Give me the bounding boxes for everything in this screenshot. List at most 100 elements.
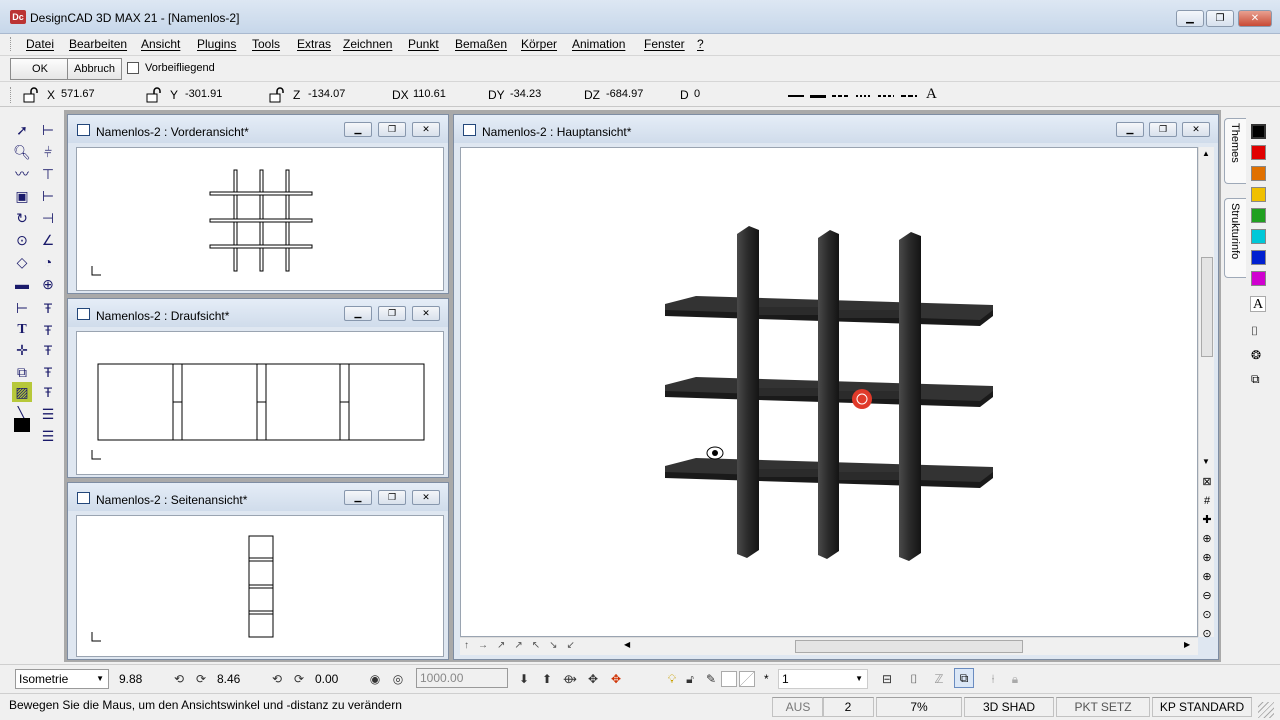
dy-value[interactable]: -34.23 [510, 88, 541, 100]
dimension-baseline-icon[interactable]: ⊢ [38, 186, 58, 206]
dimension-angle-icon[interactable]: ⊤ [38, 164, 58, 184]
resize-grip[interactable] [1258, 702, 1274, 718]
restore-button[interactable]: ❐ [1149, 122, 1177, 137]
line-type-icon[interactable]: ⌷ [1251, 324, 1258, 339]
main-view-canvas[interactable] [460, 147, 1198, 637]
x-value[interactable]: 571.67 [61, 88, 95, 100]
box-icon[interactable]: ▣ [12, 186, 32, 206]
rotate-v-icon[interactable]: ⟳ [193, 671, 209, 687]
table-icon[interactable]: ☰ [38, 404, 58, 424]
scroll-left-icon[interactable]: ◀ [624, 640, 630, 649]
lock-open-icon[interactable] [268, 87, 286, 103]
diameter-icon[interactable]: ⊕ [38, 274, 58, 294]
view-orbit-icon[interactable]: ⟴ [562, 671, 578, 687]
front-view-titlebar[interactable]: Namenlos-2 : Vorderansicht* ▁ ❐ ✕ [68, 115, 448, 143]
text-style-icon[interactable]: Ŧ [38, 298, 58, 318]
scroll-right-icon[interactable]: ▶ [1184, 640, 1190, 649]
chevron-down-icon[interactable]: ▼ [855, 670, 863, 688]
angle-icon[interactable]: ∠ [38, 230, 58, 250]
line-dashed-icon[interactable] [832, 95, 848, 97]
document-icon[interactable] [77, 308, 90, 320]
rotate-h-icon[interactable]: ⟲ [171, 671, 187, 687]
minimize-button[interactable]: ▁ [344, 306, 372, 321]
arrow-down-icon[interactable]: ⬇ [516, 671, 532, 687]
view-mode-select[interactable]: Isometrie ▼ [15, 669, 109, 689]
rotate-icon[interactable]: ↻ [12, 208, 32, 228]
line-thick-icon[interactable] [810, 95, 826, 98]
minimize-button[interactable]: ▁ [1176, 10, 1204, 27]
view-move-icon[interactable]: ✥ [608, 671, 624, 687]
z-axis-icon[interactable]: ℤ [931, 671, 947, 687]
color-swatch-blue[interactable] [1251, 250, 1266, 265]
menu-tools[interactable]: Tools [252, 36, 280, 52]
radius-icon[interactable]: ◔ [38, 252, 58, 272]
distance-field[interactable]: 1000.00 [416, 668, 508, 688]
angle-c-value[interactable]: 0.00 [315, 672, 338, 686]
color-swatch-orange[interactable] [1251, 166, 1266, 181]
text-arc-icon[interactable]: Ŧ [38, 362, 58, 382]
layer-select[interactable]: 1 ▼ [778, 669, 868, 689]
close-button[interactable]: ✕ [412, 122, 440, 137]
rotate-z-icon[interactable]: ⟲ [269, 671, 285, 687]
view-pan-icon[interactable]: ✥ [585, 671, 601, 687]
dz-value[interactable]: -684.97 [606, 88, 643, 100]
text-frame-icon[interactable]: Ŧ [38, 340, 58, 360]
zoom-all-icon[interactable]: ⊙ [1200, 606, 1214, 625]
chevron-down-icon[interactable]: ▼ [96, 670, 104, 688]
text-font-icon[interactable]: A [926, 86, 937, 103]
zoom-plus-icon[interactable]: ⊕ [1200, 568, 1214, 587]
zoom-redraw-icon[interactable]: ⊙ [1200, 625, 1214, 644]
top-view-canvas[interactable] [76, 331, 444, 475]
restore-button[interactable]: ❐ [378, 490, 406, 505]
copy-icon[interactable]: ⧉ [954, 668, 974, 688]
close-button[interactable]: ✕ [412, 306, 440, 321]
scroll-thumb[interactable] [1201, 257, 1213, 357]
angle-b-value[interactable]: 8.46 [217, 672, 240, 686]
line-dotted-icon[interactable] [856, 95, 872, 97]
close-button[interactable]: ✕ [412, 490, 440, 505]
color-swatch-cyan[interactable] [1251, 229, 1266, 244]
arrow-up-icon[interactable]: ⬆ [539, 671, 555, 687]
restore-button[interactable]: ❐ [378, 122, 406, 137]
circle-icon[interactable]: ⊙ [12, 230, 32, 250]
group-icon[interactable]: ⧉ [12, 362, 32, 382]
menu-bemassen[interactable]: Bemaßen [455, 36, 507, 52]
view-target-marker[interactable] [852, 389, 872, 409]
close-button[interactable]: ✕ [1182, 122, 1210, 137]
layer-icon[interactable]: ⧉ [1251, 372, 1260, 387]
restore-button[interactable]: ❐ [1206, 10, 1234, 27]
z-value[interactable]: -134.07 [308, 88, 345, 100]
lock-open-icon[interactable] [145, 87, 163, 103]
tab-strukturinfo[interactable]: Strukturinfo [1224, 198, 1246, 278]
pan-icon[interactable]: ✚ [1200, 511, 1214, 530]
menu-extras[interactable]: Extras [297, 36, 331, 52]
lightbulb-icon[interactable]: 💡︎ [664, 671, 680, 687]
minimize-button[interactable]: ▁ [344, 490, 372, 505]
eye-target-icon[interactable]: ◎ [390, 671, 406, 687]
line-longdash-icon[interactable] [901, 95, 917, 97]
menu-ansicht[interactable]: Ansicht [141, 36, 180, 52]
measure-icon[interactable]: ⊢ [12, 298, 32, 318]
text-edit-icon[interactable]: Ŧ [38, 382, 58, 402]
scroll-up-icon[interactable]: ▲ [1202, 149, 1210, 158]
menu-help[interactable]: ? [697, 36, 704, 52]
document-icon[interactable] [77, 492, 90, 504]
restore-button[interactable]: ❐ [378, 306, 406, 321]
pencil-icon[interactable]: ✎ [703, 671, 719, 687]
point-icon[interactable]: ✛ [12, 340, 32, 360]
zoom-minus-icon[interactable]: ⊖ [1200, 587, 1214, 606]
dimension-vertical-icon[interactable]: ⫩ [38, 142, 58, 162]
eye-icon[interactable]: ◉ [367, 671, 383, 687]
color-box-white[interactable] [721, 671, 737, 687]
surface-icon[interactable]: ▬ [12, 274, 32, 294]
menu-koerper[interactable]: Körper [521, 36, 557, 52]
lock-open-icon[interactable] [22, 87, 40, 103]
menu-bearbeiten[interactable]: Bearbeiten [69, 36, 127, 52]
grid-icon[interactable]: # [1200, 492, 1214, 511]
color-box-none[interactable] [739, 671, 755, 687]
pin-icon[interactable]: ⍿ [985, 671, 1001, 687]
rotate-z2-icon[interactable]: ⟳ [291, 671, 307, 687]
side-view-canvas[interactable] [76, 515, 444, 657]
polyline-icon[interactable]: 〰 [12, 164, 32, 184]
status-shade[interactable]: 3D SHAD [964, 697, 1054, 717]
